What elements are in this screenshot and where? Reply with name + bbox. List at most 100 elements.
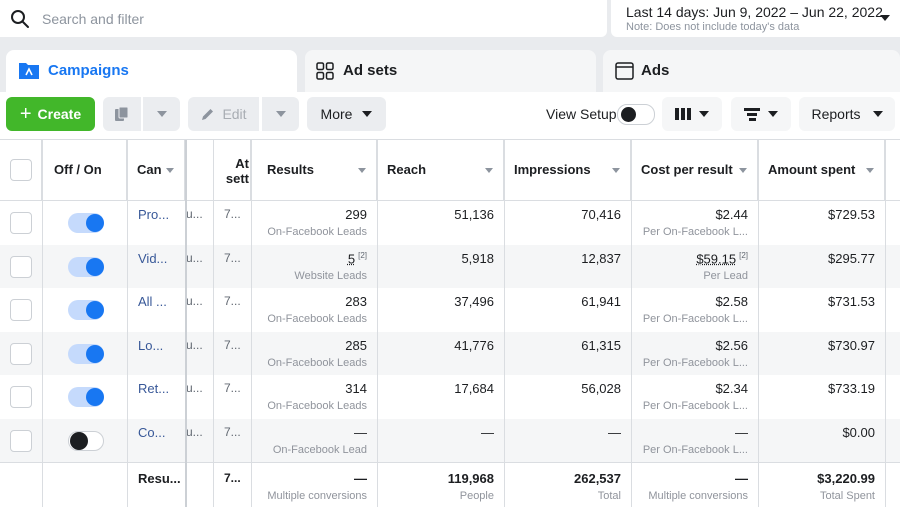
header-impressions[interactable]: Impressions xyxy=(504,140,631,200)
row-checkbox[interactable] xyxy=(10,386,32,408)
totals-cost-cell: — Multiple conversions xyxy=(631,463,758,507)
table-row[interactable]: Co... u... 7... — On-Facebook Lead — — — Per On-… xyxy=(0,418,900,463)
select-all-checkbox[interactable] xyxy=(10,159,32,181)
header-reach[interactable]: Reach xyxy=(377,140,504,200)
results-cell: 314 On-Facebook Leads xyxy=(251,375,377,419)
columns-button[interactable] xyxy=(662,97,722,131)
reach-cell: 17,684 xyxy=(377,375,504,419)
grid-icon xyxy=(316,62,334,80)
campaign-name-link[interactable]: Vid... xyxy=(138,251,167,266)
amount-spent-value: $0.00 xyxy=(842,424,875,440)
bid-strategy-value: u... xyxy=(186,207,203,221)
chevron-down-icon xyxy=(880,15,890,21)
edit-button[interactable]: Edit xyxy=(188,97,259,131)
impressions-value: 12,837 xyxy=(581,250,621,266)
attribution-value: 7... xyxy=(224,424,241,439)
column-divider xyxy=(631,140,632,507)
cost-per-result-value: $2.34 xyxy=(715,381,748,396)
amount-spent-value: $731.53 xyxy=(828,294,875,309)
cost-per-result-type: Per On-Facebook L... xyxy=(642,443,748,456)
header-cost-per-result[interactable]: Cost per result xyxy=(631,140,758,200)
edit-dropdown[interactable] xyxy=(262,97,299,131)
chevron-down-icon xyxy=(362,111,373,117)
impressions-cell: 61,315 xyxy=(504,332,631,376)
row-checkbox[interactable] xyxy=(10,255,32,278)
date-range-picker[interactable]: Last 14 days: Jun 9, 2022 – Jun 22, 2022… xyxy=(611,0,900,37)
tab-ads[interactable]: Ads xyxy=(603,50,900,92)
totals-spent-value: $3,220.99 xyxy=(817,471,875,486)
row-checkbox[interactable] xyxy=(10,212,32,234)
duplicate-dropdown[interactable] xyxy=(143,97,180,131)
tab-campaigns-label: Campaigns xyxy=(48,62,129,79)
table-row[interactable]: Lo... u... 7... 285 On-Facebook Leads 41,776 6… xyxy=(0,331,900,376)
toggle-knob xyxy=(70,431,88,450)
cost-per-result-type: Per On-Facebook L... xyxy=(642,356,748,369)
duplicate-button[interactable] xyxy=(103,97,141,131)
results-value: — xyxy=(354,424,367,440)
column-divider xyxy=(127,140,128,507)
amount-spent-cell: $730.97 xyxy=(758,332,885,376)
header-results-label: Results xyxy=(267,162,314,177)
results-value: 314 xyxy=(345,381,367,396)
cost-per-result-cell: $59.15 [2] Per Lead xyxy=(631,245,758,289)
search-bar[interactable] xyxy=(0,0,607,37)
table-row[interactable]: Ret... u... 7... 314 On-Facebook Leads 17,684… xyxy=(0,375,900,419)
create-button[interactable]: + Create xyxy=(6,97,95,131)
campaign-name-link[interactable]: Ret... xyxy=(138,381,169,396)
amount-spent-value: $730.97 xyxy=(828,337,875,353)
totals-results-cell: — Multiple conversions xyxy=(251,463,377,507)
column-divider xyxy=(504,140,505,507)
campaign-name-link[interactable]: Co... xyxy=(138,425,165,440)
impressions-cell: 61,941 xyxy=(504,288,631,332)
amount-spent-cell: $733.19 xyxy=(758,375,885,419)
campaign-toggle[interactable] xyxy=(68,256,104,277)
campaign-toggle[interactable] xyxy=(68,387,104,407)
campaign-toggle[interactable] xyxy=(68,300,104,320)
row-checkbox[interactable] xyxy=(10,429,32,452)
totals-cost-type: Multiple conversions xyxy=(648,490,748,502)
search-input[interactable] xyxy=(42,8,582,30)
reports-button-label: Reports xyxy=(811,106,861,122)
reach-value: 37,496 xyxy=(454,294,494,309)
cost-per-result-value: $2.56 xyxy=(715,337,748,353)
header-results[interactable]: Results xyxy=(251,140,377,200)
reports-button[interactable]: Reports xyxy=(799,97,895,131)
header-off-on[interactable]: Off / On xyxy=(42,140,127,200)
more-button[interactable]: More xyxy=(307,97,386,131)
row-checkbox[interactable] xyxy=(10,342,32,365)
breakdown-button[interactable] xyxy=(731,97,791,131)
impressions-cell: 56,028 xyxy=(504,375,631,419)
campaign-toggle[interactable] xyxy=(68,430,104,451)
results-type: On-Facebook Leads xyxy=(267,313,367,325)
column-divider xyxy=(885,140,886,507)
impressions-cell: — xyxy=(504,419,631,463)
tab-ad-sets[interactable]: Ad sets xyxy=(305,50,596,92)
results-value: 5 [2] xyxy=(347,250,367,266)
table-row[interactable]: Vid... u... 7... 5 [2] Website Leads 5,918 12,8… xyxy=(0,244,900,289)
amount-spent-value: $729.53 xyxy=(828,207,875,222)
cost-per-result-cell: $2.34 Per On-Facebook L... xyxy=(631,375,758,419)
header-amount-spent[interactable]: Amount spent xyxy=(758,140,885,200)
campaign-name-link[interactable]: Pro... xyxy=(138,207,169,222)
tab-campaigns[interactable]: Campaigns xyxy=(6,50,297,94)
results-type: Website Leads xyxy=(294,269,367,282)
reach-value: 51,136 xyxy=(454,207,494,222)
campaign-name-link[interactable]: All ... xyxy=(138,294,167,309)
tab-ads-label: Ads xyxy=(641,62,670,79)
toggle-knob xyxy=(86,344,104,363)
header-attribution[interactable]: At sett xyxy=(213,140,251,200)
amount-spent-cell: $0.00 xyxy=(758,419,885,463)
row-checkbox[interactable] xyxy=(10,299,32,321)
column-divider xyxy=(251,140,252,507)
campaign-toggle[interactable] xyxy=(68,343,104,364)
header-campaign[interactable]: Can xyxy=(127,140,185,200)
header-attribution-label: At sett xyxy=(225,156,249,186)
header-reach-label: Reach xyxy=(387,162,427,177)
impressions-value: 61,941 xyxy=(581,294,621,309)
campaign-toggle[interactable] xyxy=(68,213,104,233)
totals-impressions-value: 262,537 xyxy=(574,471,621,486)
campaign-name-link[interactable]: Lo... xyxy=(138,338,163,353)
table-row[interactable]: Pro... u... 7... 299 On-Facebook Leads 51,136… xyxy=(0,201,900,245)
view-setup-toggle[interactable] xyxy=(617,104,655,125)
table-row[interactable]: All ... u... 7... 283 On-Facebook Leads 37,49… xyxy=(0,288,900,332)
